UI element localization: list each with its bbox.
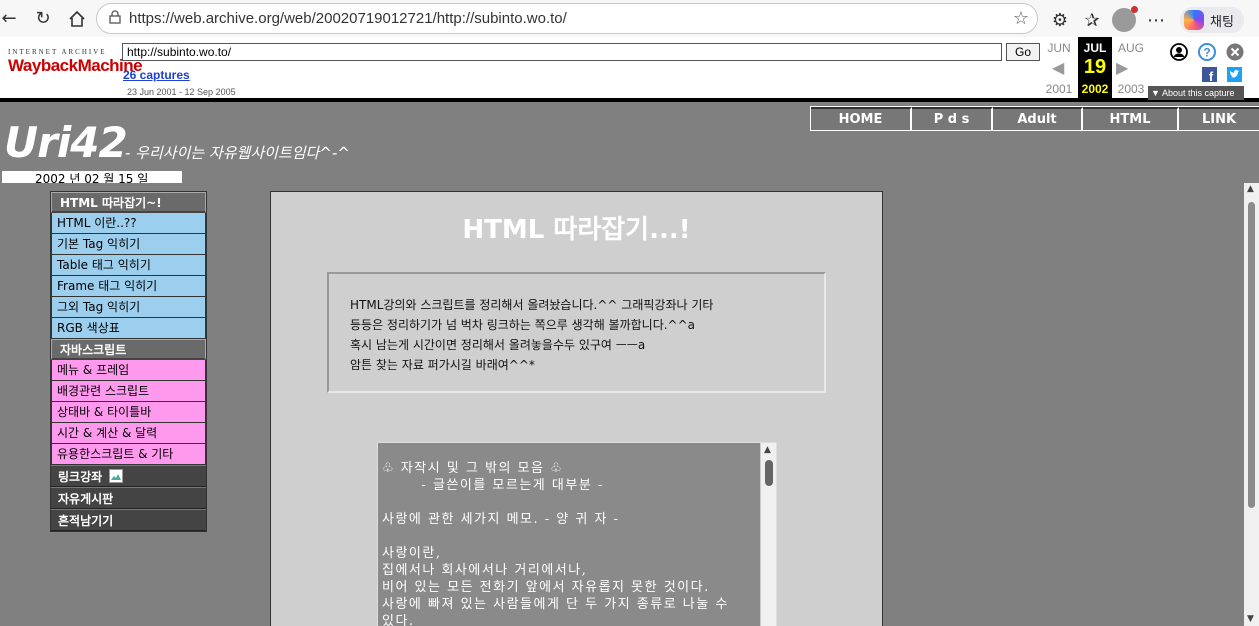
menu-item-menu-frame[interactable]: 메뉴 & 프레임	[51, 360, 206, 381]
browser-toolbar: ← ↻ https://web.archive.org/web/20020719…	[0, 0, 1259, 37]
page-scroll-down-icon[interactable]: ▼	[1247, 614, 1254, 624]
broken-image-icon	[109, 469, 124, 483]
twitter-icon[interactable]	[1227, 67, 1242, 87]
nav-link[interactable]: LINK	[1179, 107, 1259, 130]
lock-icon[interactable]	[109, 9, 121, 28]
about-capture-label: About this capture	[1161, 88, 1235, 98]
capture-range: 23 Jun 2001 - 12 Sep 2005	[127, 87, 236, 97]
wayback-logo-top: INTERNET ARCHIVE	[8, 48, 107, 56]
address-bar[interactable]: https://web.archive.org/web/200207190127…	[96, 3, 1038, 34]
nav-pds[interactable]: P d s	[912, 107, 993, 130]
main-content: HTML 따라잡기...! HTML강의와 스크립트를 정리해서 올려놨습니다.…	[270, 191, 883, 626]
go-button[interactable]: Go	[1006, 43, 1040, 61]
svg-text:?: ?	[1203, 46, 1210, 60]
menu-item-link-label: 링크강좌	[58, 470, 103, 484]
menu-item-other-tag[interactable]: 그외 Tag 익히기	[51, 297, 206, 318]
current-month-label: JUL	[1083, 41, 1107, 55]
side-menu: HTML 따라잡기~! HTML 이란..?? 기본 Tag 익히기 Table…	[50, 191, 207, 532]
menu-item-guestbook[interactable]: 흔적남기기	[51, 509, 206, 531]
current-capture: JUL 19 2002	[1078, 37, 1112, 98]
intro-line: 암튼 찾는 자료 퍼가시길 바래여^^*	[350, 358, 535, 372]
menu-item-background[interactable]: 배경관련 스크립트	[51, 381, 206, 402]
intro-line: HTML강의와 스크립트를 정리해서 올려놨습니다.^^ 그래픽강좌나 기타	[350, 298, 714, 312]
help-icon[interactable]: ?	[1198, 43, 1216, 66]
prev-month[interactable]: JUN ◀ 2001	[1042, 37, 1076, 98]
home-icon[interactable]	[60, 2, 94, 36]
favorites-icon[interactable]: ✰	[1076, 3, 1108, 37]
copilot-icon	[1184, 10, 1204, 30]
page-scrollbar[interactable]: ▲ ▼	[1244, 183, 1259, 626]
back-icon[interactable]: ←	[0, 2, 26, 36]
content-heading: HTML 따라잡기...!	[462, 215, 691, 245]
wayback-logo-main: WaybackMachine	[8, 56, 143, 75]
next-month[interactable]: AUG ▶ 2003	[1114, 37, 1148, 98]
menu-item-basic-tag[interactable]: 기본 Tag 익히기	[51, 234, 206, 255]
copilot-label: 채팅	[1210, 14, 1234, 30]
wayback-url-input[interactable]	[122, 43, 1002, 61]
prev-year-label[interactable]: 2001	[1042, 82, 1076, 96]
current-day-label: 19	[1083, 56, 1107, 78]
menu-item-html-intro[interactable]: HTML 이란..??	[51, 213, 206, 234]
poem-scroll-thumb[interactable]	[765, 460, 773, 486]
menu-item-table-tag[interactable]: Table 태그 익히기	[51, 255, 206, 276]
account-icon[interactable]	[1170, 43, 1188, 66]
menu-item-time-calc[interactable]: 시간 & 계산 & 달력	[51, 423, 206, 444]
intro-line: 등등은 정리하기가 넘 벅차 링크하는 쪽으루 생각해 볼까합니다.^^a	[350, 318, 696, 332]
site-nav: HOME P d s Adult HTML LINK	[810, 106, 1259, 131]
scroll-up-icon[interactable]: ▲	[764, 445, 771, 455]
intro-box: HTML강의와 스크립트를 정리해서 올려놨습니다.^^ 그래픽강좌나 기타 등…	[327, 272, 826, 393]
facebook-icon[interactable]: f	[1202, 67, 1217, 87]
poem-scrollbar[interactable]: ▲	[760, 443, 776, 626]
nav-home[interactable]: HOME	[811, 107, 912, 130]
favorite-star-icon[interactable]: ☆	[1013, 8, 1029, 29]
menu-item-rgb[interactable]: RGB 색상표	[51, 318, 206, 339]
next-month-label: AUG	[1117, 41, 1144, 55]
address-url[interactable]: https://web.archive.org/web/200207190127…	[129, 10, 567, 27]
wayback-toolbar: INTERNET ARCHIVE WaybackMachine Go 26 ca…	[0, 37, 1259, 102]
poem-text[interactable]: ♧ 자작시 및 그 밖의 모음 ♧ - 글쓴이를 모르는게 대부분 - 사랑에 …	[378, 443, 776, 626]
extensions-icon[interactable]: ⚙	[1044, 3, 1076, 37]
next-arrow-icon[interactable]: ▶	[1116, 58, 1148, 78]
site-title: Uri42	[4, 118, 128, 167]
about-capture-button[interactable]: ▼ About this capture	[1148, 86, 1244, 100]
site-subtitle: - 우리사이는 자유웹사이트임다^-^	[125, 144, 350, 162]
date-display: 2002 년 02 월 15 일	[2, 171, 182, 183]
refresh-icon[interactable]: ↻	[26, 2, 60, 36]
avatar[interactable]	[1112, 6, 1138, 32]
intro-line: 혹시 남는게 시간이면 정리해서 올려놓을수두 있구여 ㅡㅡa	[350, 338, 646, 352]
menu-item-board[interactable]: 자유게시판	[51, 487, 206, 509]
page-scroll-up-icon[interactable]: ▲	[1247, 184, 1254, 194]
prev-arrow-icon[interactable]: ◀	[1052, 58, 1076, 78]
menu-item-statusbar[interactable]: 상태바 & 타이틀바	[51, 402, 206, 423]
next-year-label[interactable]: 2003	[1114, 82, 1148, 96]
poem-textarea[interactable]: ♧ 자작시 및 그 밖의 모음 ♧ - 글쓴이를 모르는게 대부분 - 사랑에 …	[377, 442, 777, 626]
captures-link[interactable]: 26 captures	[123, 68, 190, 82]
prev-month-label: JUN	[1047, 41, 1071, 55]
menu-js-header[interactable]: 자바스크립트	[51, 339, 206, 360]
nav-html[interactable]: HTML	[1083, 107, 1179, 130]
current-year-label: 2002	[1081, 82, 1109, 96]
menu-html-header[interactable]: HTML 따라잡기~!	[51, 192, 206, 213]
menu-item-frame-tag[interactable]: Frame 태그 익히기	[51, 276, 206, 297]
page-scroll-thumb[interactable]	[1248, 202, 1255, 508]
nav-adult[interactable]: Adult	[993, 107, 1083, 130]
caret-down-icon: ▼	[1151, 88, 1160, 98]
svg-text:f: f	[1209, 69, 1214, 82]
profile-button[interactable]	[1108, 3, 1140, 37]
menu-item-link[interactable]: 링크강좌	[51, 465, 206, 487]
menu-item-useful[interactable]: 유용한스크립트 & 기타	[51, 444, 206, 465]
copilot-button[interactable]: 채팅	[1180, 7, 1244, 33]
wayback-logo[interactable]: INTERNET ARCHIVE WaybackMachine	[8, 48, 143, 76]
more-menu-icon[interactable]: ⋯	[1140, 3, 1172, 37]
close-icon[interactable]	[1226, 43, 1244, 66]
